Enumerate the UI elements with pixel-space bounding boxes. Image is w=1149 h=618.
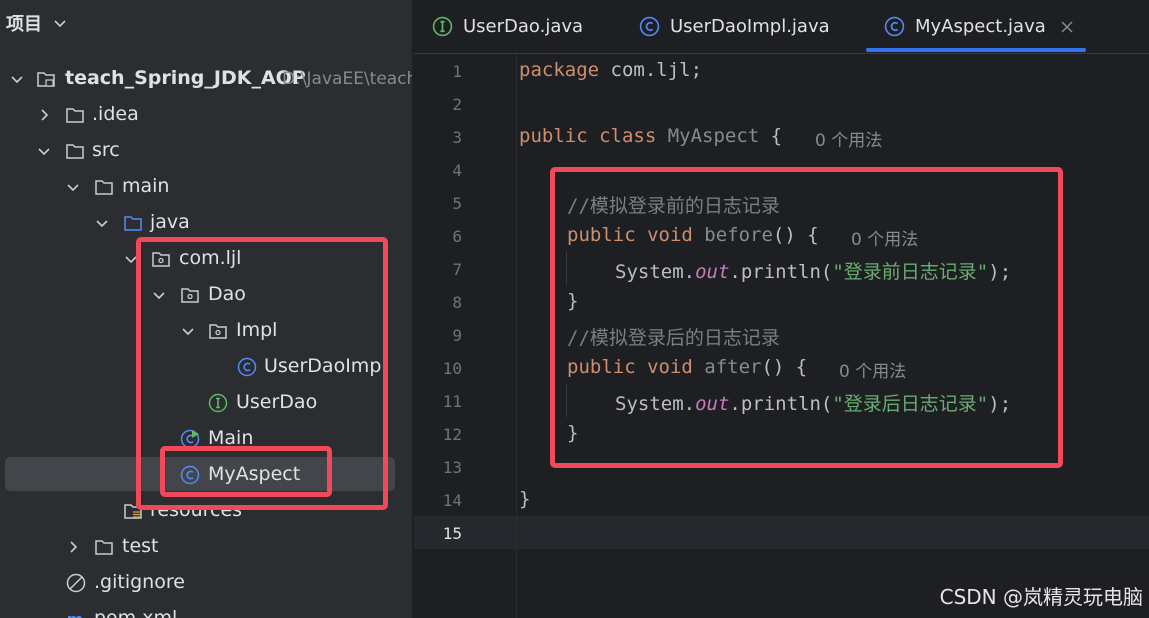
tree-item-label: test xyxy=(122,535,159,557)
code-editor[interactable]: 1 2 3 4 5 6 7 8 9 10 11 12 13 14 15 pack… xyxy=(414,54,1149,618)
folder-icon xyxy=(95,540,113,555)
tree-item-idea[interactable]: .idea xyxy=(0,97,412,133)
tree-item-label: src xyxy=(92,139,120,161)
tree-item-test[interactable]: test xyxy=(0,529,412,565)
code-line-14: } xyxy=(519,488,531,510)
close-icon[interactable] xyxy=(1060,20,1074,34)
project-path: D:\JavaEE\teach xyxy=(282,69,412,89)
code-line-3: public class MyAspect { xyxy=(519,125,782,147)
line-number: 9 xyxy=(452,326,462,345)
project-folder-icon xyxy=(37,72,55,87)
annotation-box-myaspect xyxy=(160,446,332,497)
project-panel-header[interactable]: 项目 xyxy=(0,0,412,46)
line-number: 12 xyxy=(442,425,462,444)
usage-hint[interactable]: 0 个用法 xyxy=(815,126,882,151)
line-number-current: 15 xyxy=(442,524,462,543)
tree-item-src[interactable]: src xyxy=(0,133,412,169)
tree-item-project-root[interactable]: teach_Spring_JDK_AOP D:\JavaEE\teach xyxy=(0,61,412,97)
tab-label: UserDao.java xyxy=(463,16,584,37)
ignore-file-icon xyxy=(66,573,86,593)
line-number: 2 xyxy=(452,95,462,114)
gutter-divider xyxy=(516,54,517,618)
line-number: 14 xyxy=(442,491,462,510)
project-panel-title: 项目 xyxy=(6,14,42,35)
tree-item-label: pom.xml xyxy=(94,607,178,618)
watermark: CSDN @岚精灵玩电脑 xyxy=(939,585,1143,609)
keyword: public class xyxy=(519,125,657,147)
class-icon xyxy=(639,16,660,37)
tree-item-label: .idea xyxy=(92,103,139,125)
tree-item-java[interactable]: java xyxy=(0,205,412,241)
tree-item-label: main xyxy=(122,175,170,197)
line-number: 10 xyxy=(442,359,462,378)
tree-item-main[interactable]: main xyxy=(0,169,412,205)
chevron-down-icon[interactable] xyxy=(36,143,52,159)
tab-userdaoimpl[interactable]: UserDaoImpl.java xyxy=(639,0,830,53)
editor-tab-bar: UserDao.java UserDaoImpl.java MyAspect.j… xyxy=(414,0,1149,54)
folder-icon xyxy=(95,180,113,195)
line-number: 11 xyxy=(442,392,462,411)
class-name: MyAspect xyxy=(656,125,760,147)
code-line-1: package com.ljl; xyxy=(519,59,702,81)
chevron-down-icon[interactable] xyxy=(52,15,68,31)
folder-icon xyxy=(66,108,84,123)
line-number: 13 xyxy=(442,458,462,477)
chevron-right-icon[interactable] xyxy=(65,539,81,555)
line-number: 6 xyxy=(452,227,462,246)
keyword: package xyxy=(519,59,600,81)
line-number: 4 xyxy=(452,161,462,180)
tree-item-pom[interactable]: m pom.xml xyxy=(0,601,412,618)
current-line-highlight xyxy=(414,516,1149,549)
tree-item-gitignore[interactable]: .gitignore xyxy=(0,565,412,601)
tree-item-label: java xyxy=(150,211,190,233)
class-icon xyxy=(884,16,905,37)
line-number: 3 xyxy=(452,128,462,147)
tab-userdao[interactable]: UserDao.java xyxy=(432,0,583,53)
maven-icon: m xyxy=(66,610,83,618)
chevron-down-icon[interactable] xyxy=(9,71,25,87)
tab-myaspect[interactable]: MyAspect.java xyxy=(884,0,1074,53)
project-panel: 项目 teach_Spring_JDK_AOP D:\JavaEE\teach … xyxy=(0,0,412,618)
folder-icon xyxy=(66,144,84,159)
chevron-down-icon[interactable] xyxy=(94,215,110,231)
tree-item-label: .gitignore xyxy=(94,571,185,593)
tree-item-label: teach_Spring_JDK_AOP xyxy=(65,67,306,89)
svg-text:m: m xyxy=(66,610,83,618)
tab-label: MyAspect.java xyxy=(915,16,1046,37)
tab-label: UserDaoImpl.java xyxy=(670,16,830,37)
line-number: 8 xyxy=(452,293,462,312)
interface-icon xyxy=(432,16,453,37)
line-number: 5 xyxy=(452,194,462,213)
chevron-right-icon[interactable] xyxy=(36,107,52,123)
code-text: { xyxy=(759,125,783,147)
source-folder-icon xyxy=(124,216,142,231)
active-tab-indicator xyxy=(866,48,1086,52)
line-number: 7 xyxy=(452,260,462,279)
code-text: com.ljl; xyxy=(599,59,703,81)
line-number-gutter: 1 2 3 4 5 6 7 8 9 10 11 12 13 14 15 xyxy=(414,54,516,618)
chevron-down-icon[interactable] xyxy=(65,179,81,195)
line-number: 1 xyxy=(452,62,462,81)
annotation-box-code xyxy=(550,167,1063,468)
